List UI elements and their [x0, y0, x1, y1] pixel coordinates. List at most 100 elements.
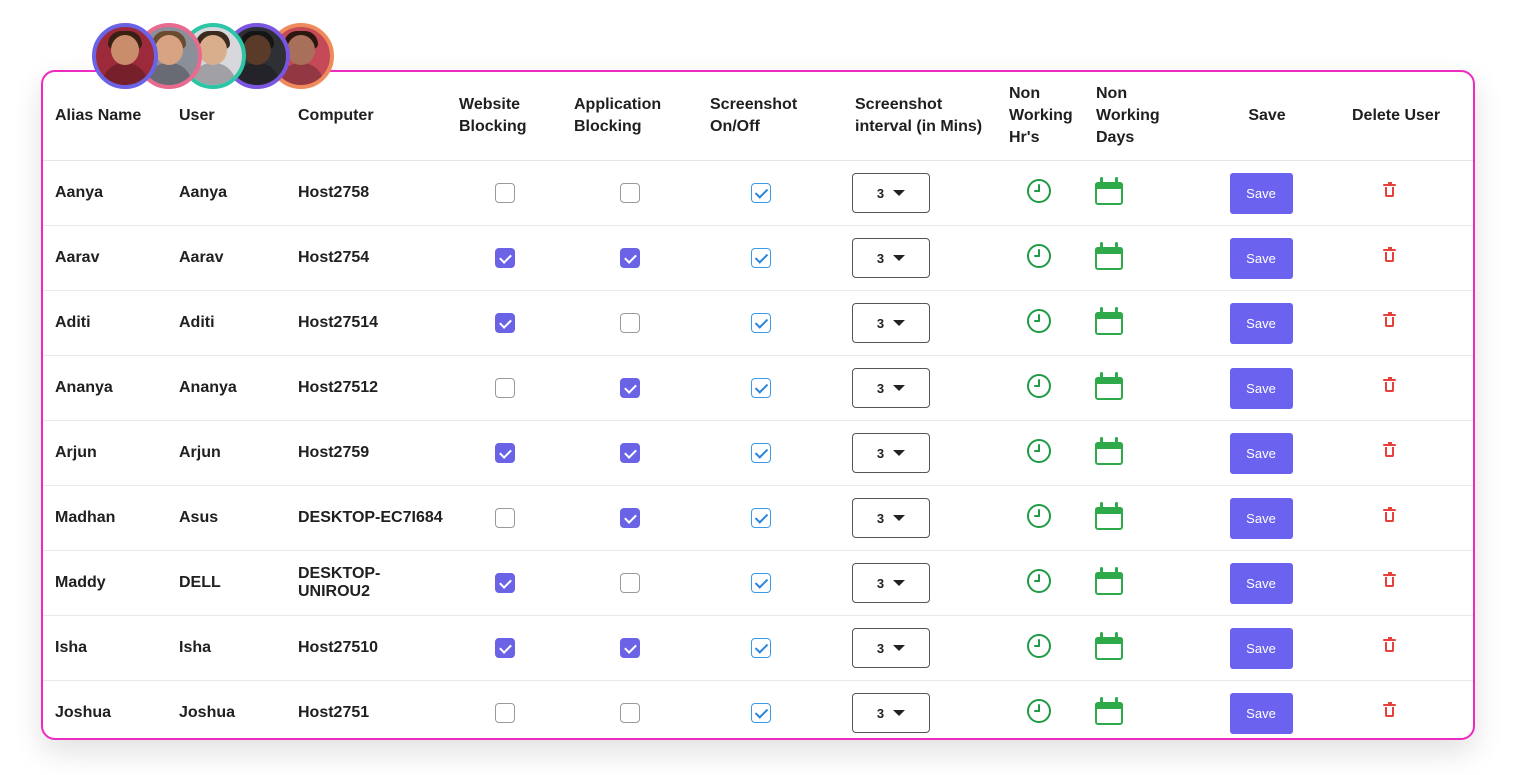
screenshot-toggle-checkbox[interactable] [750, 573, 771, 593]
website-blocking-checkbox[interactable] [494, 183, 515, 203]
delete-user-cell [1340, 420, 1473, 486]
clock-icon[interactable] [1026, 438, 1051, 463]
application-blocking-checkbox[interactable] [620, 248, 640, 268]
website-blocking-checkbox[interactable] [494, 313, 515, 333]
clock-icon[interactable] [1026, 243, 1051, 268]
non-working-hrs-cell [997, 225, 1084, 291]
calendar-icon[interactable] [1095, 631, 1123, 660]
screenshot-toggle-checkbox[interactable] [750, 508, 771, 528]
caret-down-icon [893, 580, 906, 586]
user-settings-table-card: Alias Name User Computer Website Blockin… [41, 70, 1475, 740]
alias-name-cell: Arjun [43, 420, 167, 486]
calendar-icon[interactable] [1095, 371, 1123, 400]
save-button[interactable]: Save [1229, 237, 1293, 279]
website-blocking-checkbox[interactable] [494, 573, 515, 593]
trash-icon[interactable] [1383, 312, 1396, 327]
save-button[interactable]: Save [1229, 497, 1293, 539]
clock-icon[interactable] [1026, 633, 1051, 658]
alias-name-cell: Aditi [43, 290, 167, 356]
clock-icon[interactable] [1026, 308, 1051, 333]
application-blocking-checkbox[interactable] [620, 183, 640, 203]
clock-icon[interactable] [1026, 698, 1051, 723]
screenshot-interval-select[interactable]: 3 [852, 498, 930, 538]
application-blocking-checkbox[interactable] [620, 313, 640, 333]
application-blocking-checkbox[interactable] [620, 378, 640, 398]
application-blocking-checkbox[interactable] [620, 443, 640, 463]
trash-icon[interactable] [1383, 637, 1396, 652]
user-cell: DELL [167, 550, 286, 616]
application-blocking-checkbox[interactable] [620, 638, 640, 658]
save-button[interactable]: Save [1229, 692, 1293, 734]
screenshot-toggle-checkbox[interactable] [750, 638, 771, 658]
screenshot-toggle-checkbox[interactable] [750, 248, 771, 268]
clock-icon[interactable] [1026, 568, 1051, 593]
screenshot-interval-select[interactable]: 3 [852, 173, 930, 213]
screenshot-interval-select[interactable]: 3 [852, 628, 930, 668]
application-blocking-checkbox[interactable] [620, 508, 640, 528]
non-working-hrs-cell [997, 615, 1084, 681]
screenshot-interval-select[interactable]: 3 [852, 238, 930, 278]
calendar-icon[interactable] [1095, 696, 1123, 725]
screenshot-interval-select[interactable]: 3 [852, 693, 930, 733]
delete-user-cell [1340, 615, 1473, 681]
calendar-icon[interactable] [1095, 436, 1123, 465]
application-blocking-checkbox[interactable] [620, 573, 640, 593]
screenshot-interval-cell: 3 [843, 225, 997, 291]
calendar-icon[interactable] [1095, 501, 1123, 530]
website-blocking-checkbox[interactable] [494, 378, 515, 398]
caret-down-icon [893, 515, 906, 521]
website-blocking-checkbox[interactable] [494, 443, 515, 463]
screenshot-toggle-checkbox[interactable] [750, 183, 771, 203]
screenshot-interval-select[interactable]: 3 [852, 563, 930, 603]
save-button[interactable]: Save [1229, 432, 1293, 474]
calendar-icon[interactable] [1095, 566, 1123, 595]
trash-icon[interactable] [1383, 377, 1396, 392]
trash-icon[interactable] [1383, 442, 1396, 457]
screenshot-toggle-checkbox[interactable] [750, 378, 771, 398]
interval-value: 3 [876, 510, 885, 526]
delete-user-cell [1340, 160, 1473, 226]
screenshot-toggle-checkbox[interactable] [750, 703, 771, 723]
calendar-icon[interactable] [1095, 241, 1123, 270]
website-blocking-checkbox[interactable] [494, 703, 515, 723]
screenshot-interval-cell: 3 [843, 615, 997, 681]
trash-icon[interactable] [1383, 247, 1396, 262]
clock-icon[interactable] [1026, 503, 1051, 528]
trash-icon[interactable] [1383, 182, 1396, 197]
trash-icon[interactable] [1383, 572, 1396, 587]
screenshot-toggle-cell [698, 681, 843, 739]
save-button[interactable]: Save [1229, 367, 1293, 409]
screenshot-interval-select[interactable]: 3 [852, 433, 930, 473]
save-button[interactable]: Save [1229, 172, 1293, 214]
screenshot-toggle-cell [698, 355, 843, 421]
application-blocking-cell [562, 225, 698, 291]
header-alias-name: Alias Name [43, 72, 167, 161]
website-blocking-cell [447, 420, 562, 486]
save-button[interactable]: Save [1229, 627, 1293, 669]
header-non-working-hrs: Non Working Hr's [997, 72, 1084, 161]
alias-name-cell: Madhan [43, 485, 167, 551]
website-blocking-checkbox[interactable] [494, 248, 515, 268]
screenshot-toggle-cell [698, 485, 843, 551]
save-button[interactable]: Save [1229, 302, 1293, 344]
screenshot-toggle-checkbox[interactable] [750, 443, 771, 463]
screenshot-toggle-checkbox[interactable] [750, 313, 771, 333]
calendar-icon[interactable] [1095, 306, 1123, 335]
website-blocking-checkbox[interactable] [494, 508, 515, 528]
non-working-hrs-cell [997, 160, 1084, 226]
delete-user-cell [1340, 225, 1473, 291]
screenshot-toggle-cell [698, 550, 843, 616]
application-blocking-checkbox[interactable] [620, 703, 640, 723]
website-blocking-checkbox[interactable] [494, 638, 515, 658]
trash-icon[interactable] [1383, 507, 1396, 522]
delete-user-cell [1340, 290, 1473, 356]
screenshot-interval-select[interactable]: 3 [852, 303, 930, 343]
calendar-icon[interactable] [1095, 176, 1123, 205]
clock-icon[interactable] [1026, 178, 1051, 203]
screenshot-interval-select[interactable]: 3 [852, 368, 930, 408]
trash-icon[interactable] [1383, 702, 1396, 717]
delete-user-cell [1340, 681, 1473, 739]
save-button[interactable]: Save [1229, 562, 1293, 604]
computer-cell: Host27510 [286, 615, 447, 681]
clock-icon[interactable] [1026, 373, 1051, 398]
